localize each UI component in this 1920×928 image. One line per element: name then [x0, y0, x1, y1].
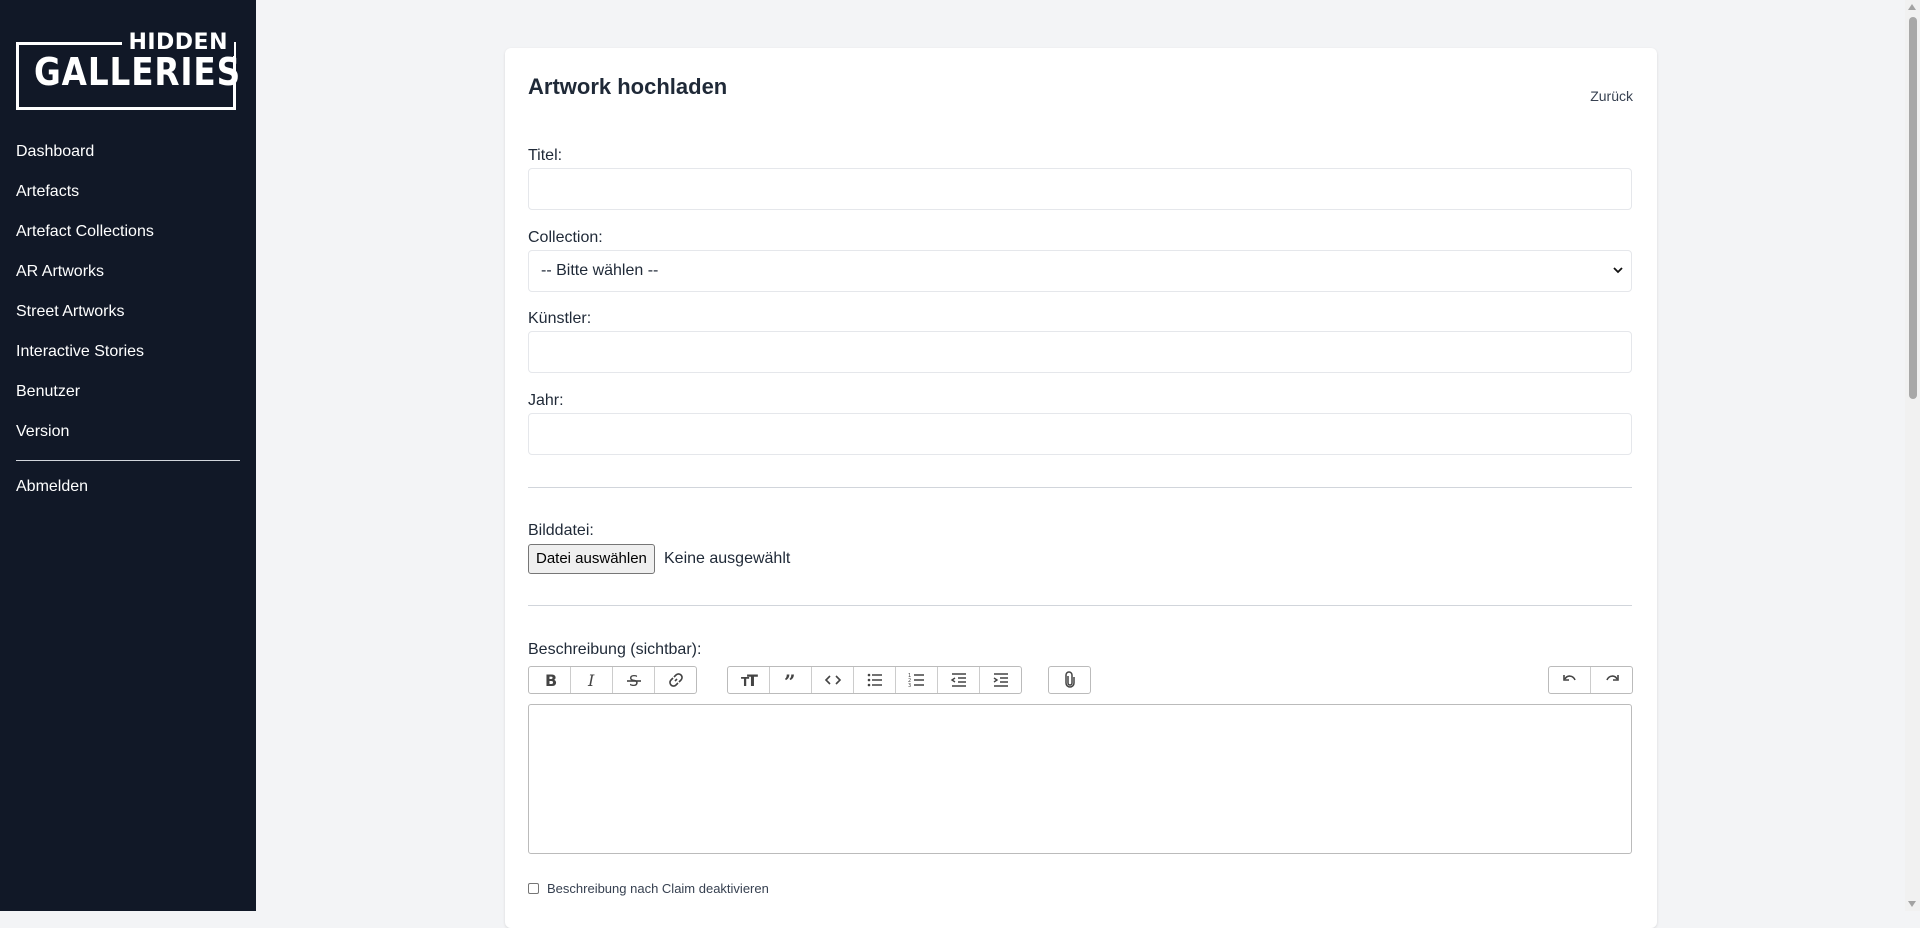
bullet-list-button[interactable] — [854, 667, 896, 693]
block-format-group: TT ” 123 — [727, 666, 1022, 694]
strikethrough-icon: S — [626, 672, 641, 689]
redo-button[interactable] — [1591, 667, 1632, 693]
svg-text:I: I — [587, 671, 595, 689]
italic-button[interactable]: I — [571, 667, 613, 693]
section-divider — [528, 487, 1632, 488]
undo-button[interactable] — [1549, 667, 1591, 693]
title-input[interactable] — [528, 168, 1632, 210]
svg-text:B: B — [545, 671, 557, 689]
sidebar: HIDDEN GALLERIES Dashboard Artefacts Art… — [0, 0, 256, 911]
image-file-label: Bilddatei: — [528, 522, 594, 539]
choose-file-button[interactable]: Datei auswählen — [528, 544, 655, 574]
code-button[interactable] — [812, 667, 854, 693]
page-title: Artwork hochladen — [528, 74, 728, 99]
sidebar-nav: Dashboard Artefacts Artefact Collections… — [0, 140, 256, 460]
attach-file-icon — [1064, 671, 1075, 688]
upload-form-card: Artwork hochladen Zurück Titel: Collecti… — [505, 48, 1657, 928]
title-label: Titel: — [528, 147, 563, 164]
history-group — [1548, 666, 1633, 694]
svg-text:3: 3 — [908, 683, 911, 689]
increase-indent-button[interactable] — [980, 667, 1021, 693]
sidebar-item-dashboard[interactable]: Dashboard — [0, 140, 256, 180]
link-icon — [668, 673, 683, 687]
increase-indent-icon — [993, 673, 1008, 687]
collection-selected-value: -- Bitte wählen -- — [541, 262, 659, 279]
sidebar-item-interactive-stories[interactable]: Interactive Stories — [0, 340, 256, 380]
year-input[interactable] — [528, 413, 1632, 455]
bold-button[interactable]: B — [529, 667, 571, 693]
heading-button[interactable]: TT — [728, 667, 770, 693]
logout-link[interactable]: Abmelden — [16, 478, 88, 496]
year-label: Jahr: — [528, 392, 564, 409]
code-icon — [824, 675, 841, 685]
file-tools-group — [1048, 666, 1091, 694]
strikethrough-button[interactable]: S — [613, 667, 655, 693]
attach-file-button[interactable] — [1049, 667, 1090, 693]
decrease-indent-icon — [950, 673, 966, 687]
svg-text:”: ” — [784, 671, 796, 689]
artist-label: Künstler: — [528, 310, 592, 327]
numbered-list-button[interactable]: 123 — [896, 667, 938, 693]
heading-icon: TT — [741, 671, 758, 689]
description-editor[interactable] — [528, 704, 1632, 854]
collection-label: Collection: — [528, 229, 603, 246]
sidebar-item-artefacts[interactable]: Artefacts — [0, 180, 256, 220]
scrollbar-thumb[interactable] — [1909, 17, 1917, 399]
disable-description-option: Beschreibung nach Claim deaktivieren — [528, 881, 769, 896]
section-divider — [528, 605, 1632, 606]
decrease-indent-button[interactable] — [938, 667, 980, 693]
chevron-down-icon — [1613, 267, 1623, 274]
link-button[interactable] — [655, 667, 696, 693]
italic-icon: I — [587, 671, 595, 689]
text-format-group: B I S — [528, 666, 697, 694]
sidebar-item-street-artworks[interactable]: Street Artworks — [0, 300, 256, 340]
collection-select[interactable]: -- Bitte wählen -- — [528, 250, 1632, 292]
disable-description-checkbox-label[interactable]: Beschreibung nach Claim deaktivieren — [547, 881, 769, 896]
numbered-list-icon: 123 — [908, 673, 924, 689]
page-scrollbar[interactable] — [1905, 0, 1920, 911]
logo-text-bottom: GALLERIES — [34, 50, 242, 94]
redo-icon — [1605, 675, 1619, 681]
quote-button[interactable]: ” — [770, 667, 812, 693]
disable-description-checkbox[interactable] — [528, 883, 539, 894]
sidebar-item-benutzer[interactable]: Benutzer — [0, 380, 256, 420]
sidebar-item-version[interactable]: Version — [0, 420, 256, 460]
scroll-up-arrow-icon[interactable] — [1908, 4, 1916, 10]
quote-icon: ” — [784, 671, 796, 689]
bullet-list-icon — [867, 673, 882, 687]
file-status-text: Keine ausgewählt — [664, 550, 791, 567]
sidebar-item-ar-artworks[interactable]: AR Artworks — [0, 260, 256, 300]
sidebar-item-artefact-collections[interactable]: Artefact Collections — [0, 220, 256, 260]
undo-icon — [1562, 675, 1576, 681]
description-label: Beschreibung (sichtbar): — [528, 641, 702, 658]
scroll-down-arrow-icon[interactable] — [1908, 901, 1916, 907]
bold-icon: B — [545, 671, 557, 689]
artist-input[interactable] — [528, 331, 1632, 373]
back-link[interactable]: Zurück — [1590, 88, 1633, 104]
hidden-galleries-logo[interactable]: HIDDEN GALLERIES — [16, 30, 240, 110]
svg-text:T: T — [747, 671, 758, 689]
sidebar-divider — [16, 460, 240, 461]
